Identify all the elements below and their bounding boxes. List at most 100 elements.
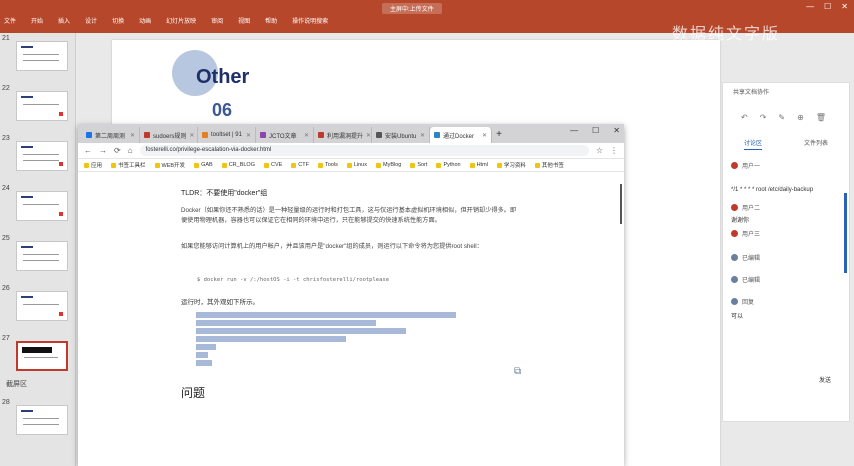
slide-thumbnail[interactable] bbox=[16, 141, 68, 171]
comment-text: 谢谢你 bbox=[731, 218, 750, 224]
thumb-number: 24 bbox=[2, 185, 10, 192]
bookmark-item[interactable]: 学习资料 bbox=[496, 161, 526, 169]
close-icon[interactable]: ✕ bbox=[841, 2, 848, 11]
bookmark-item[interactable]: Linux bbox=[346, 162, 367, 168]
add-icon[interactable]: ⊕ bbox=[797, 113, 804, 122]
ppt-window-controls: — ☐ ✕ bbox=[806, 2, 848, 11]
bookmark-item[interactable]: Python bbox=[436, 162, 461, 168]
back-icon[interactable]: ← bbox=[84, 146, 92, 155]
browser-tab[interactable]: JCTO文章 ✕ bbox=[256, 127, 314, 143]
bookmark-item[interactable]: 其他书签 bbox=[534, 161, 564, 169]
minimize-icon[interactable]: — bbox=[570, 126, 578, 135]
ppt-menu-search[interactable]: 操作说明搜索 bbox=[292, 16, 328, 25]
folder-icon bbox=[346, 162, 352, 168]
bookmark-item[interactable]: 应用 bbox=[84, 161, 102, 169]
slide-thumbnail[interactable] bbox=[16, 41, 68, 71]
folder-icon bbox=[84, 162, 89, 168]
comments-toolbar: ↶ ↷ ✎ ⊕ 🗑 bbox=[741, 113, 826, 122]
ppt-menu-home[interactable]: 开始 bbox=[31, 16, 43, 25]
ppt-window-title: 主屏中:上传文件 bbox=[382, 3, 442, 14]
browser-window-controls: — ☐ ✕ bbox=[570, 126, 620, 135]
bookmark-item[interactable]: WEB开发 bbox=[154, 161, 185, 169]
page-content: TLDR：不要使用"docker"组 Docker（如果你还不熟悉的话）是一种轻… bbox=[78, 172, 624, 466]
slide-thumbnail-selected[interactable] bbox=[16, 341, 68, 371]
comments-header: 共享文档协作 bbox=[733, 90, 770, 96]
avatar bbox=[731, 162, 738, 169]
close-tab-icon: ✕ bbox=[481, 132, 487, 139]
browser-tab[interactable]: sudoers规则 ✕ bbox=[140, 127, 198, 143]
close-tab-icon: ✕ bbox=[419, 132, 425, 139]
tab-favicon-icon bbox=[86, 132, 92, 138]
comments-scrollbar[interactable] bbox=[844, 193, 847, 273]
ppt-menu-design[interactable]: 设计 bbox=[85, 16, 97, 25]
maximize-icon[interactable]: ☐ bbox=[824, 2, 831, 11]
slide-thumbnail[interactable] bbox=[16, 191, 68, 221]
redo-icon[interactable]: ↷ bbox=[760, 113, 767, 122]
slide-heading: Other bbox=[196, 66, 250, 88]
folder-icon bbox=[469, 162, 475, 168]
tab-favicon-icon bbox=[376, 132, 382, 138]
slide-thumbnail[interactable] bbox=[16, 91, 68, 121]
bookmark-item[interactable]: 书签工具栏 bbox=[111, 161, 146, 169]
slide-thumbnail[interactable] bbox=[16, 405, 68, 435]
menu-icon[interactable]: ⋮ bbox=[610, 146, 618, 155]
ppt-menu-transition[interactable]: 切换 bbox=[112, 16, 124, 25]
browser-tab[interactable]: tooltset | 91 ✕ bbox=[198, 127, 256, 143]
comment-author: 用户一 bbox=[731, 161, 760, 170]
run-output-caption: 运行时，其外观如下所示。 bbox=[181, 299, 259, 306]
browser-window: 第二周周测 ✕ sudoers规则 ✕ tooltset | 91 ✕ JCTO文章 ✕… bbox=[78, 124, 624, 466]
ppt-menu: 文件 开始 插入 设计 切换 动画 幻灯片放映 审阅 视图 帮助 操作说明搜索 bbox=[4, 16, 328, 25]
ppt-menu-view[interactable]: 视图 bbox=[238, 16, 250, 25]
browser-tab[interactable]: 安装Ubuntu ✕ bbox=[372, 127, 430, 143]
bookmark-item[interactable]: MyBlog bbox=[376, 162, 401, 168]
tab-files[interactable]: 文件列表 bbox=[804, 138, 828, 150]
bookmark-item[interactable]: CVE bbox=[263, 162, 282, 168]
maximize-icon[interactable]: ☐ bbox=[592, 126, 599, 135]
slide-section-number: 06 bbox=[212, 100, 233, 120]
ppt-menu-help[interactable]: 帮助 bbox=[265, 16, 277, 25]
delete-icon[interactable]: 🗑 bbox=[816, 113, 826, 122]
slide-thumbnail[interactable] bbox=[16, 291, 68, 321]
folder-icon bbox=[154, 162, 160, 168]
forward-icon[interactable]: → bbox=[99, 146, 107, 155]
code-output-selected[interactable] bbox=[196, 312, 466, 368]
ppt-menu-slideshow[interactable]: 幻灯片放映 bbox=[166, 16, 196, 25]
comment-author: 用户二 bbox=[731, 203, 760, 212]
bookmark-item[interactable]: GAB bbox=[194, 162, 213, 168]
ppt-menu-insert[interactable]: 插入 bbox=[58, 16, 70, 25]
browser-tab[interactable]: 第二周周测 ✕ bbox=[82, 127, 140, 143]
copy-icon[interactable]: ⧉ bbox=[514, 366, 521, 377]
minimize-icon[interactable]: — bbox=[806, 2, 814, 11]
star-icon[interactable]: ☆ bbox=[596, 146, 603, 155]
browser-tab[interactable]: 利用漏洞提升 ✕ bbox=[314, 127, 372, 143]
avatar bbox=[731, 230, 738, 237]
undo-icon[interactable]: ↶ bbox=[741, 113, 748, 122]
edit-icon[interactable]: ✎ bbox=[778, 113, 785, 122]
ppt-menu-review[interactable]: 审阅 bbox=[211, 16, 223, 25]
selected-code-line bbox=[196, 360, 212, 366]
reload-icon[interactable]: ⟳ bbox=[114, 146, 121, 155]
tab-favicon-icon bbox=[434, 132, 440, 138]
bookmark-item[interactable]: Sort bbox=[410, 162, 427, 168]
bookmark-item[interactable]: CTF bbox=[291, 162, 309, 168]
send-button[interactable]: 发送 bbox=[819, 375, 831, 384]
folder-icon bbox=[496, 162, 502, 168]
url-input[interactable]: fosterelli.co/privilege-escalation-via-d… bbox=[139, 145, 589, 156]
comments-tabs: 讨论区 文件列表 bbox=[723, 138, 849, 150]
ppt-menu-animation[interactable]: 动画 bbox=[139, 16, 151, 25]
browser-tab-active[interactable]: 通过Docker ✕ bbox=[430, 127, 492, 143]
bookmark-item[interactable]: Tools bbox=[318, 162, 338, 168]
folder-icon bbox=[194, 162, 200, 168]
thumb-number: 27 bbox=[2, 335, 10, 342]
new-tab-button[interactable]: + bbox=[492, 127, 506, 143]
close-icon[interactable]: ✕ bbox=[613, 126, 620, 135]
comment-text: 可以 bbox=[731, 314, 744, 320]
bookmark-item[interactable]: Html bbox=[469, 162, 488, 168]
page-scrollbar[interactable] bbox=[620, 184, 622, 224]
slide-thumbnail[interactable] bbox=[16, 241, 68, 271]
home-icon[interactable]: ⌂ bbox=[128, 146, 133, 155]
tab-discussion[interactable]: 讨论区 bbox=[743, 138, 762, 150]
access-paragraph: 如果您能够访问计算机上的用户帐户，并且该用户是"docker"组的成员，则运行以… bbox=[181, 243, 483, 250]
ppt-menu-file[interactable]: 文件 bbox=[4, 16, 16, 25]
bookmark-item[interactable]: CR_BLOG bbox=[221, 162, 255, 168]
